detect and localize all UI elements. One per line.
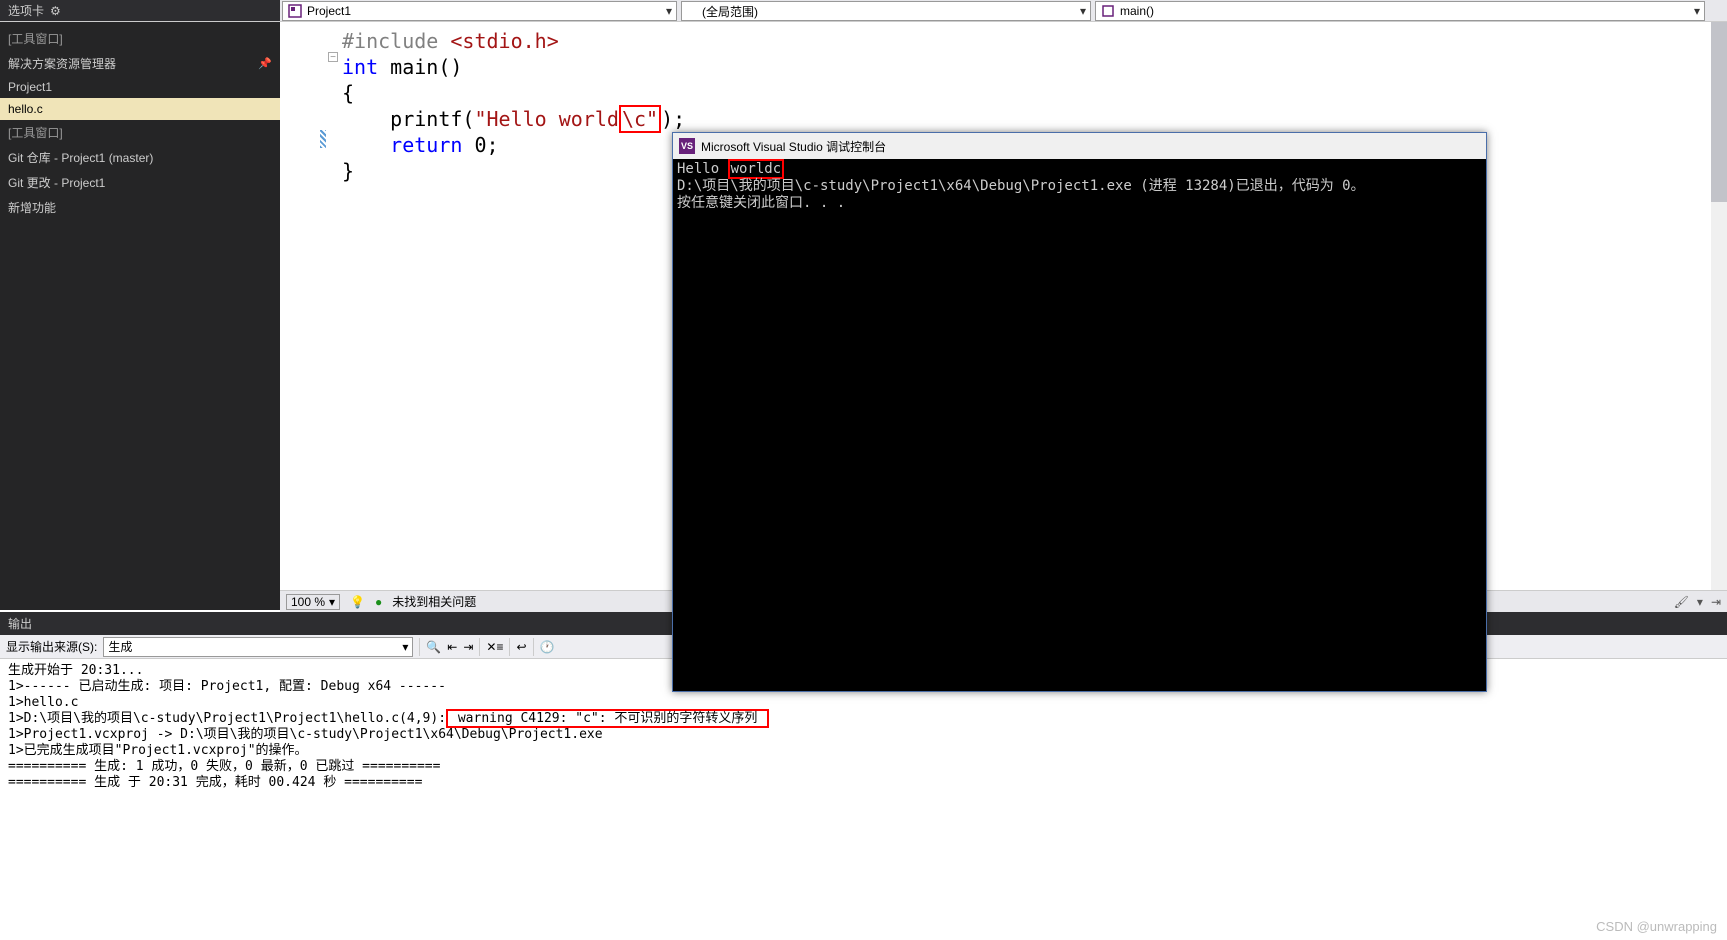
separator <box>419 638 420 656</box>
output-line: 生成开始于 20:31... <box>8 663 143 678</box>
prev-icon[interactable]: ⇤ <box>447 640 457 654</box>
separator <box>533 638 534 656</box>
code-indent <box>342 133 390 157</box>
indent-icon[interactable]: ⇥ <box>1711 595 1721 609</box>
chevron-down-icon: ▾ <box>1694 4 1700 18</box>
sidebar-item-git-changes[interactable]: Git 更改 - Project1 <box>0 170 280 195</box>
code-include: #include <box>342 29 450 53</box>
scope-dropdown-text: (全局范围) <box>702 3 758 20</box>
output-line: 1>Project1.vcxproj -> D:\项目\我的项目\c-study… <box>8 727 603 742</box>
sidebar-section-tools1: [工具窗口] <box>0 26 280 51</box>
sidebar-section-tools2: [工具窗口] <box>0 120 280 145</box>
code-main: main() <box>378 55 462 79</box>
clear-icon[interactable]: ✕≡ <box>486 640 503 654</box>
output-line: 1>hello.c <box>8 695 78 710</box>
code-return-val: 0; <box>462 133 498 157</box>
watermark: CSDN @unwrapping <box>1596 919 1717 934</box>
console-out-boxed: worldc <box>731 161 782 177</box>
console-highlight: worldc <box>728 159 785 179</box>
code-content[interactable]: #include <stdio.h> int main() { printf("… <box>330 22 685 610</box>
tab-label: 选项卡 <box>8 2 44 19</box>
function-icon <box>1100 3 1116 19</box>
scrollbar-thumb[interactable] <box>1711 22 1727 202</box>
output-line: 1>D:\项目\我的项目\c-study\Project1\Project1\h… <box>8 711 446 726</box>
console-out-pre: Hello <box>677 161 728 177</box>
zoom-dropdown[interactable]: 100 % ▾ <box>286 594 340 610</box>
project-dropdown-text: Project1 <box>307 4 351 18</box>
output-source-label: 显示输出来源(S): <box>6 638 97 655</box>
code-kw-return: return <box>390 133 462 157</box>
debug-console-window[interactable]: VS Microsoft Visual Studio 调试控制台 Hello w… <box>672 132 1487 692</box>
chevron-down-icon: ▾ <box>1697 595 1703 609</box>
function-dropdown-text: main() <box>1120 4 1154 18</box>
tab-header[interactable]: 选项卡 ⚙ <box>0 0 280 21</box>
output-line: ========== 生成 于 20:31 完成，耗时 00.424 秒 ===… <box>8 775 422 790</box>
zoom-value: 100 % <box>291 595 325 609</box>
console-body: Hello worldc D:\项目\我的项目\c-study\Project1… <box>673 159 1486 214</box>
code-header: <stdio.h> <box>450 29 558 53</box>
separator <box>479 638 480 656</box>
sidebar-item-explorer[interactable]: 解决方案资源管理器 📌 <box>0 51 280 76</box>
code-brace-open: { <box>342 81 354 105</box>
sidebar-item-new-feature[interactable]: 新增功能 <box>0 195 280 220</box>
pin-icon[interactable]: 📌 <box>258 57 272 70</box>
output-warning: warning C4129: "c": 不可识别的字符转义序列 <box>450 711 765 726</box>
top-toolbar: 选项卡 ⚙ Project1 ▾ (全局范围) ▾ main() ▾ <box>0 0 1727 22</box>
clock-icon[interactable]: 🕐 <box>540 640 555 654</box>
output-line: 1>------ 已启动生成: 项目: Project1, 配置: Debug … <box>8 679 446 694</box>
code-string-2: " <box>646 107 658 131</box>
output-line: ========== 生成: 1 成功，0 失败，0 最新，0 已跳过 ====… <box>8 759 440 774</box>
code-printf-call: printf( <box>342 107 474 131</box>
escape-highlight: \c" <box>619 105 661 133</box>
output-line: 1>已完成生成项目"Project1.vcxproj"的操作。 <box>8 743 308 758</box>
output-source-value: 生成 <box>108 638 132 655</box>
console-line: D:\项目\我的项目\c-study\Project1\x64\Debug\Pr… <box>677 178 1365 194</box>
scope-dropdown[interactable]: (全局范围) ▾ <box>681 1 1091 21</box>
project-dropdown[interactable]: Project1 ▾ <box>282 1 677 21</box>
vs-icon: VS <box>679 138 695 154</box>
explorer-label: 解决方案资源管理器 <box>8 55 116 72</box>
sidebar-item-git-repo[interactable]: Git 仓库 - Project1 (master) <box>0 145 280 170</box>
code-printf-end: ); <box>661 107 685 131</box>
code-string-1: "Hello world <box>474 107 619 131</box>
vertical-scrollbar[interactable] <box>1711 22 1727 610</box>
editor-gutter <box>280 22 330 610</box>
check-icon: ● <box>375 595 382 609</box>
console-titlebar[interactable]: VS Microsoft Visual Studio 调试控制台 <box>673 133 1486 159</box>
chevron-down-icon: ▾ <box>402 640 408 654</box>
sidebar: [工具窗口] 解决方案资源管理器 📌 Project1 hello.c [工具窗… <box>0 22 280 610</box>
separator <box>509 638 510 656</box>
sidebar-file-active[interactable]: hello.c <box>0 98 280 120</box>
sidebar-project[interactable]: Project1 <box>0 76 280 98</box>
issues-text: 未找到相关问题 <box>392 593 476 610</box>
wrap-icon[interactable]: ↩ <box>516 640 526 654</box>
chevron-down-icon: ▾ <box>329 595 335 609</box>
chevron-down-icon: ▾ <box>666 4 672 18</box>
chevron-down-icon: ▾ <box>1080 4 1086 18</box>
brush-icon[interactable]: 🖌 <box>1674 595 1689 609</box>
next-icon[interactable]: ⇥ <box>463 640 473 654</box>
console-line: 按任意键关闭此窗口. . . <box>677 195 845 211</box>
warning-highlight: warning C4129: "c": 不可识别的字符转义序列 <box>446 709 769 728</box>
code-brace-close: } <box>342 159 354 183</box>
code-escape: \c <box>622 107 646 131</box>
console-title: Microsoft Visual Studio 调试控制台 <box>701 138 886 155</box>
function-dropdown[interactable]: main() ▾ <box>1095 1 1705 21</box>
gear-icon[interactable]: ⚙ <box>50 4 61 18</box>
project-icon <box>287 3 303 19</box>
collapse-icon[interactable]: − <box>328 52 338 62</box>
code-kw-int: int <box>342 55 378 79</box>
status-toolbar-icons: 🖌 ▾ ⇥ <box>1674 595 1721 609</box>
bulb-icon[interactable]: 💡 <box>350 595 365 609</box>
output-source-dropdown[interactable]: 生成 ▾ <box>103 637 413 657</box>
find-icon[interactable]: 🔍 <box>426 640 441 654</box>
change-indicator <box>320 130 326 148</box>
